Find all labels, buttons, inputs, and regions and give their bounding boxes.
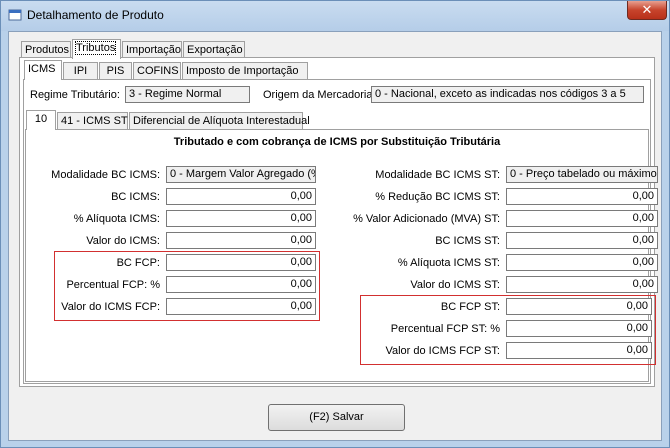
- valor-icms-fcp-label: Valor do ICMS FCP:: [61, 301, 160, 313]
- valor-icms-st-label: Valor do ICMS ST:: [410, 279, 500, 291]
- bc-fcp-field[interactable]: 0,00: [166, 254, 316, 271]
- title-bar: Detalhamento de Produto ✕: [1, 1, 669, 31]
- modalidade-bc-icms-label: Modalidade BC ICMS:: [51, 169, 160, 181]
- percentual-fcp-st-field[interactable]: 0,00: [506, 320, 652, 337]
- close-button[interactable]: ✕: [627, 1, 667, 20]
- tributos-panel: ICMS IPI PIS COFINS Imposto de Importaçã…: [19, 57, 658, 387]
- valor-icms-field[interactable]: 0,00: [166, 232, 316, 249]
- percentual-fcp-st-label: Percentual FCP ST: %: [390, 323, 500, 335]
- valor-icms-label: Valor do ICMS:: [86, 235, 160, 247]
- aliquota-icms-st-field[interactable]: 0,00: [506, 254, 658, 271]
- modalidade-bc-icms-st-field[interactable]: 0 - Preço tabelado ou máximo s: [506, 166, 658, 183]
- section-title: Tributado e com cobrança de ICMS por Sub…: [173, 136, 501, 148]
- window-client: Produtos Tributos Importação Exportação …: [8, 31, 662, 441]
- origem-field[interactable]: 0 - Nacional, exceto as indicadas nos có…: [371, 86, 644, 103]
- valor-icms-fcp-st-field[interactable]: 0,00: [506, 342, 652, 359]
- mva-st-field[interactable]: 0,00: [506, 210, 658, 227]
- product-detail-window: Detalhamento de Produto ✕ Produtos Tribu…: [0, 0, 670, 448]
- save-button[interactable]: (F2) Salvar: [268, 404, 405, 431]
- icms-panel: Regime Tributário: 3 - Regime Normal Ori…: [23, 79, 658, 384]
- tab-cofins[interactable]: COFINS: [133, 62, 181, 80]
- modalidade-bc-icms-field[interactable]: 0 - Margem Valor Agregado (%): [166, 166, 316, 183]
- reducao-bc-icms-st-field[interactable]: 0,00: [506, 188, 658, 205]
- origem-label: Origem da Mercadoria:: [263, 89, 376, 101]
- bc-fcp-st-field[interactable]: 0,00: [506, 298, 652, 315]
- window-title: Detalhamento de Produto: [27, 8, 164, 22]
- percentual-fcp-field[interactable]: 0,00: [166, 276, 316, 293]
- tab-tributos[interactable]: Tributos: [72, 39, 121, 59]
- aliquota-icms-st-label: % Alíquota ICMS ST:: [397, 257, 500, 269]
- aliquota-icms-label: % Alíquota ICMS:: [73, 213, 160, 225]
- valor-icms-fcp-field[interactable]: 0,00: [166, 298, 316, 315]
- tab-ipi[interactable]: IPI: [63, 62, 98, 80]
- tab-cst-10[interactable]: 10: [26, 110, 56, 130]
- bc-fcp-label: BC FCP:: [116, 257, 160, 269]
- tab-cst-41[interactable]: 41 - ICMS ST: [57, 112, 128, 130]
- percentual-fcp-label: Percentual FCP: %: [66, 279, 160, 291]
- cst-10-panel: Tributado e com cobrança de ICMS por Sub…: [25, 129, 658, 382]
- tab-difal[interactable]: Diferencial de Alíquota Interestadual: [129, 112, 310, 130]
- bc-icms-field[interactable]: 0,00: [166, 188, 316, 205]
- reducao-bc-icms-st-label: % Redução BC ICMS ST:: [375, 191, 500, 203]
- valor-icms-fcp-st-label: Valor do ICMS FCP ST:: [385, 345, 500, 357]
- bc-fcp-st-label: BC FCP ST:: [440, 301, 500, 313]
- tab-imposto-importacao[interactable]: Imposto de Importação: [182, 62, 308, 80]
- aliquota-icms-field[interactable]: 0,00: [166, 210, 316, 227]
- bc-icms-st-field[interactable]: 0,00: [506, 232, 658, 249]
- mva-st-label: % Valor Adicionado (MVA) ST:: [353, 213, 500, 225]
- regime-field[interactable]: 3 - Regime Normal: [125, 86, 250, 103]
- valor-icms-st-field[interactable]: 0,00: [506, 276, 658, 293]
- regime-label: Regime Tributário:: [30, 89, 120, 101]
- bc-icms-label: BC ICMS:: [111, 191, 160, 203]
- app-icon: [8, 9, 22, 21]
- column-divider: [336, 160, 337, 370]
- bc-icms-st-label: BC ICMS ST:: [435, 235, 500, 247]
- tab-icms[interactable]: ICMS: [24, 60, 62, 80]
- tab-pis[interactable]: PIS: [99, 62, 132, 80]
- modalidade-bc-icms-st-label: Modalidade BC ICMS ST:: [375, 169, 500, 181]
